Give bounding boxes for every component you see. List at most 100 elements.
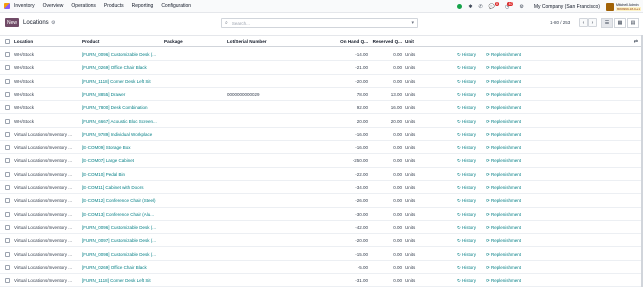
row-checkbox[interactable]: [5, 211, 10, 217]
table-row[interactable]: WH/Stock [FURN_1118] Corner Desk Left Sit…: [0, 75, 643, 88]
phone-icon[interactable]: ✆: [479, 4, 483, 10]
inventory-app-icon[interactable]: [4, 3, 10, 9]
history-button[interactable]: ↻ History: [457, 132, 476, 138]
replenishment-button[interactable]: ⟳ Replenishment: [486, 145, 521, 151]
table-row[interactable]: Virtual Locations/Inventory ... [E-COM12]…: [0, 194, 643, 208]
replenishment-button[interactable]: ⟳ Replenishment: [486, 79, 521, 85]
company-switcher[interactable]: My Company (San Francisco): [534, 4, 600, 10]
row-checkbox[interactable]: [5, 238, 10, 244]
replenishment-button[interactable]: ⟳ Replenishment: [486, 92, 521, 98]
product-cell[interactable]: [E-COM11] Cabinet with Doors: [82, 185, 162, 190]
replenishment-button[interactable]: ⟳ Replenishment: [486, 132, 521, 138]
product-cell[interactable]: [E-COM07] Large Cabinet: [82, 158, 162, 163]
product-cell[interactable]: [E-COM09] Storage Box: [82, 145, 162, 150]
table-row[interactable]: WH/Stock [FURN_8855] Drawer 0000000000029 7…: [0, 88, 643, 102]
history-button[interactable]: ↻ History: [457, 185, 476, 191]
row-checkbox[interactable]: [5, 278, 10, 284]
pager-value[interactable]: 1-80 / 253: [550, 20, 570, 25]
col-package[interactable]: Package: [164, 39, 183, 44]
chat-icon[interactable]: 💬 8: [489, 1, 499, 10]
product-cell[interactable]: [FURN_0269] Office Chair Black: [82, 265, 162, 270]
graph-view-button[interactable]: ▤: [627, 18, 639, 28]
product-cell[interactable]: [FURN_1118] Corner Desk Left Sit: [82, 278, 162, 283]
row-checkbox[interactable]: [5, 52, 10, 57]
row-checkbox[interactable]: [5, 91, 10, 97]
new-button[interactable]: New: [5, 18, 19, 27]
product-cell[interactable]: [E-COM10] Pedal Bin: [82, 172, 162, 177]
row-checkbox[interactable]: [5, 145, 10, 151]
replenishment-button[interactable]: ⟳ Replenishment: [486, 185, 521, 191]
history-button[interactable]: ↻ History: [457, 65, 476, 71]
product-cell[interactable]: [FURN_0269] Office Chair Black: [82, 65, 162, 70]
history-button[interactable]: ↻ History: [457, 119, 476, 125]
menu-overview[interactable]: Overview: [43, 3, 64, 9]
product-cell[interactable]: [FURN_7800] Desk Combination: [82, 105, 162, 110]
row-checkbox[interactable]: [5, 78, 10, 84]
table-row[interactable]: Virtual Locations/Inventory ... [FURN_978…: [0, 128, 643, 142]
row-checkbox[interactable]: [5, 185, 10, 190]
table-row[interactable]: WH/Stock [FURN_7800] Desk Combination 92.0…: [0, 101, 643, 115]
history-button[interactable]: ↻ History: [457, 172, 476, 178]
replenishment-button[interactable]: ⟳ Replenishment: [486, 265, 521, 271]
replenishment-button[interactable]: ⟳ Replenishment: [486, 65, 521, 71]
table-row[interactable]: Virtual Locations/Inventory ... [E-COM11]…: [0, 181, 643, 195]
list-view-button[interactable]: ☰: [601, 18, 613, 28]
pager-next-button[interactable]: ›: [588, 18, 597, 27]
product-cell[interactable]: [FURN_0096] Customizable Desk (...: [82, 225, 162, 230]
pager-previous-button[interactable]: ‹: [579, 18, 588, 27]
history-button[interactable]: ↻ History: [457, 198, 476, 204]
replenishment-button[interactable]: ⟳ Replenishment: [486, 119, 521, 125]
table-row[interactable]: WH/Stock [FURN_0269] Office Chair Black -2…: [0, 61, 643, 75]
replenishment-button[interactable]: ⟳ Replenishment: [486, 212, 521, 218]
row-checkbox[interactable]: [5, 251, 10, 257]
menu-configuration[interactable]: Configuration: [161, 3, 191, 9]
menu-products[interactable]: Products: [104, 3, 124, 9]
product-cell[interactable]: [E-COM13] Conference Chair (Alu...: [82, 212, 162, 217]
row-checkbox[interactable]: [5, 105, 10, 111]
product-cell[interactable]: [FURN_6667] Acoustic Bloc Screen...: [82, 119, 162, 124]
history-button[interactable]: ↻ History: [457, 105, 476, 111]
table-row[interactable]: Virtual Locations/Inventory ... [E-COM09]…: [0, 141, 643, 155]
table-row[interactable]: Virtual Locations/Inventory ... [FURN_009…: [0, 248, 643, 261]
history-button[interactable]: ↻ History: [457, 145, 476, 151]
replenishment-button[interactable]: ⟳ Replenishment: [486, 252, 521, 258]
table-row[interactable]: Virtual Locations/Inventory ... [E-COM10]…: [0, 168, 643, 181]
replenishment-button[interactable]: ⟳ Replenishment: [486, 158, 521, 164]
product-cell[interactable]: [FURN_0098] Customizable Desk (...: [82, 252, 162, 257]
product-cell[interactable]: [E-COM12] Conference Chair (Steel): [82, 198, 162, 203]
table-row[interactable]: WH/Stock [FURN_6667] Acoustic Bloc Screen…: [0, 115, 643, 128]
col-reserved[interactable]: Reserved Q...: [368, 39, 402, 44]
clock-icon[interactable]: ◷ 40: [505, 1, 514, 10]
product-cell[interactable]: [FURN_8855] Drawer: [82, 92, 162, 97]
row-checkbox[interactable]: [5, 118, 10, 124]
select-all-checkbox[interactable]: [5, 39, 10, 44]
row-checkbox[interactable]: [5, 171, 10, 177]
product-cell[interactable]: [FURN_0097] Customizable Desk (...: [82, 238, 162, 243]
replenishment-button[interactable]: ⟳ Replenishment: [486, 105, 521, 111]
app-name[interactable]: Inventory: [14, 3, 35, 9]
bug-icon[interactable]: ✱: [468, 4, 472, 10]
replenishment-button[interactable]: ⟳ Replenishment: [486, 198, 521, 204]
row-checkbox[interactable]: [5, 198, 10, 204]
optional-columns-icon[interactable]: ⇄: [634, 39, 638, 45]
row-checkbox[interactable]: [5, 131, 10, 137]
user-avatar[interactable]: [605, 2, 614, 11]
row-checkbox[interactable]: [5, 264, 10, 270]
search-options-icon[interactable]: ▾: [411, 20, 414, 26]
history-button[interactable]: ↻ History: [457, 252, 476, 258]
history-button[interactable]: ↻ History: [457, 79, 476, 85]
user-menu[interactable]: Mitchell Admin 8069999-18-0-e1: [615, 3, 641, 11]
history-button[interactable]: ↻ History: [457, 212, 476, 218]
replenishment-button[interactable]: ⟳ Replenishment: [486, 278, 521, 284]
row-checkbox[interactable]: [5, 224, 10, 230]
row-checkbox[interactable]: [5, 158, 10, 164]
col-lot-serial[interactable]: Lot/Serial Number: [227, 39, 267, 44]
col-unit[interactable]: Unit: [405, 39, 414, 44]
history-button[interactable]: ↻ History: [457, 238, 476, 244]
product-cell[interactable]: [FURN_1118] Corner Desk Left Sit: [82, 79, 162, 84]
table-row[interactable]: Virtual Locations/Inventory ... [E-COM07]…: [0, 154, 643, 168]
col-location[interactable]: Location: [14, 39, 33, 44]
pivot-view-button[interactable]: ▦: [614, 18, 626, 28]
history-button[interactable]: ↻ History: [457, 52, 476, 58]
table-row[interactable]: Virtual Locations/Inventory ... [FURN_009…: [0, 234, 643, 248]
